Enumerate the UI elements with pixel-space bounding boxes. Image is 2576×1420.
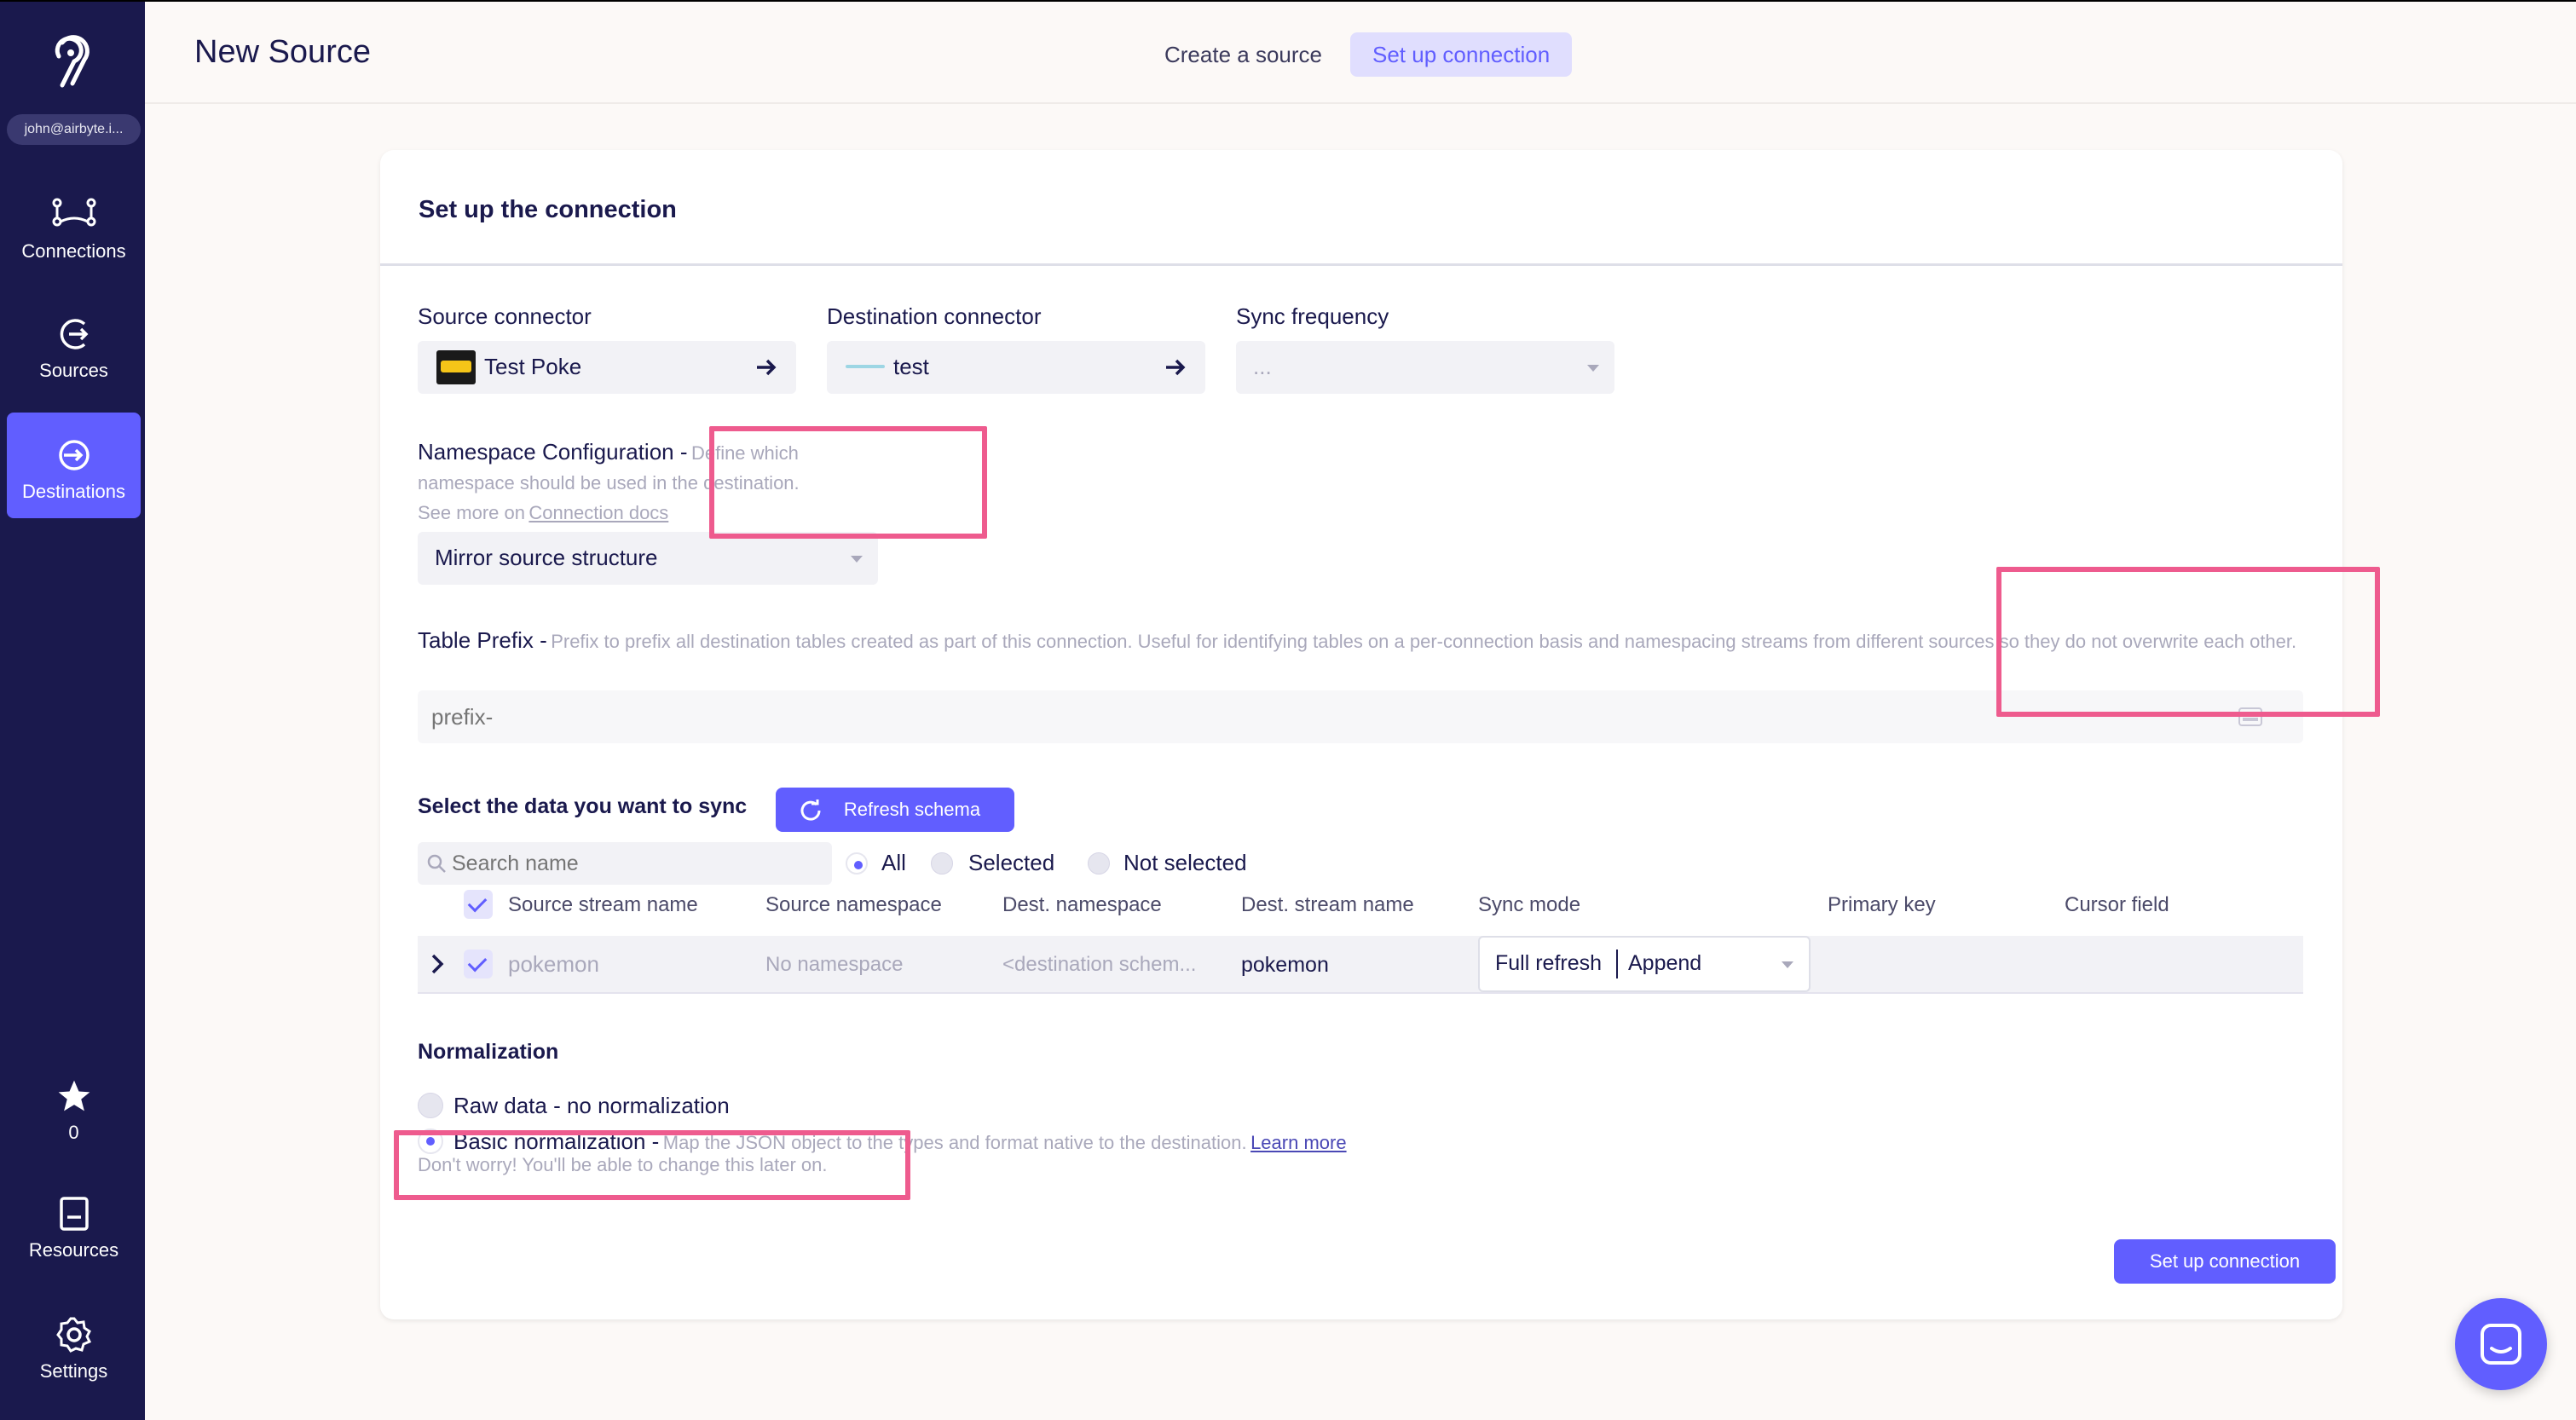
col-dest-namespace: Dest. namespace [1002, 893, 1162, 916]
sync-mode-left: Full refresh [1495, 951, 1603, 975]
updates-count: 0 [68, 1122, 79, 1143]
namespace-see-more: See more on [418, 502, 525, 523]
keyboard-icon [2238, 707, 2262, 726]
sidebar-item-resources[interactable]: Resources [7, 1185, 141, 1279]
refresh-icon [800, 799, 821, 821]
sources-icon [60, 319, 88, 349]
namespace-value: Mirror source structure [435, 545, 658, 570]
destination-logo-icon [846, 365, 885, 368]
source-connector-field[interactable]: Test Poke [418, 341, 796, 394]
source-connector-value: Test Poke [484, 354, 582, 379]
star-icon [58, 1080, 90, 1111]
row-checkbox[interactable] [464, 950, 493, 978]
destination-connector-field[interactable]: test [827, 341, 1205, 394]
col-source-namespace: Source namespace [765, 893, 942, 916]
page-title: New Source [194, 34, 371, 70]
norm-raw-label: Raw data - no normalization [453, 1093, 730, 1118]
namespace-select[interactable]: Mirror source structure [418, 532, 878, 585]
table-row[interactable]: pokemon No namespace <destination schem.… [418, 936, 2303, 994]
table-prefix-input[interactable] [418, 690, 2303, 743]
select-all-checkbox[interactable] [464, 890, 493, 919]
sync-mode-right: Append [1628, 951, 1702, 975]
chat-bubble[interactable] [2455, 1298, 2547, 1390]
destinations-icon [58, 440, 90, 470]
filter-not-selected-radio[interactable] [1088, 852, 1110, 875]
col-cursor-field: Cursor field [2065, 893, 2169, 916]
namespace-label: Namespace Configuration - [418, 439, 688, 465]
norm-basic-hint: Map the JSON object to the types and for… [662, 1132, 1247, 1153]
norm-note: Don't worry! You'll be able to change th… [418, 1154, 828, 1175]
table-prefix-hint: Prefix to prefix all destination tables … [551, 631, 2297, 652]
destination-connector-value: test [893, 354, 929, 379]
source-namespace: No namespace [765, 953, 904, 976]
user-badge[interactable]: john@airbyte.i... [7, 114, 141, 145]
sync-frequency-label: Sync frequency [1236, 303, 1389, 329]
sync-frequency-select[interactable]: ... [1236, 341, 1614, 394]
gear-icon [55, 1317, 91, 1353]
sidebar: john@airbyte.i... Connections Sources De… [0, 0, 145, 1420]
norm-basic-row: Basic normalization - Map the JSON objec… [453, 1128, 1347, 1155]
table-prefix: Table Prefix - Prefix to prefix all dest… [418, 626, 2312, 659]
sidebar-item-updates[interactable]: 0 [7, 1067, 141, 1161]
chevron-down-icon [1782, 961, 1793, 968]
page-header: New Source Create a source Set up connec… [145, 0, 2576, 104]
col-primary-key: Primary key [1828, 893, 1936, 916]
dest-stream-name[interactable]: pokemon [1241, 953, 1329, 978]
book-icon [59, 1197, 89, 1231]
select-data-label: Select the data you want to sync [418, 794, 748, 818]
search-icon [427, 854, 446, 873]
source-connector-label: Source connector [418, 303, 592, 329]
search-input[interactable] [452, 847, 818, 880]
search-field[interactable] [418, 842, 832, 885]
refresh-schema-label: Refresh schema [843, 799, 981, 820]
norm-basic-label: Basic normalization - [453, 1128, 660, 1154]
filter-selected-radio[interactable] [931, 852, 953, 875]
set-up-connection-button[interactable]: Set up connection [2114, 1239, 2336, 1284]
col-dest-stream-name: Dest. stream name [1241, 893, 1414, 916]
sidebar-item-settings[interactable]: Settings [7, 1306, 141, 1400]
airbyte-logo-icon[interactable] [45, 34, 100, 90]
sidebar-item-connections[interactable]: Connections [7, 172, 141, 278]
filter-not-selected-label: Not selected [1123, 850, 1247, 875]
sync-frequency-value: ... [1253, 354, 1272, 379]
stream-name: pokemon [508, 951, 599, 977]
sidebar-item-label: Settings [39, 1360, 108, 1382]
sidebar-item-label: Sources [39, 360, 108, 381]
connection-docs-link[interactable]: Connection docs [528, 502, 668, 523]
chevron-right-icon[interactable] [430, 953, 445, 975]
sidebar-item-label: Destinations [21, 481, 126, 502]
step-create-source[interactable]: Create a source [1142, 32, 1344, 77]
card-title: Set up the connection [380, 150, 2342, 266]
table-prefix-label: Table Prefix - [418, 627, 547, 653]
norm-raw-radio[interactable] [418, 1093, 443, 1118]
sync-mode-select[interactable]: Full refresh Append [1478, 936, 1811, 992]
arrow-right-icon[interactable] [1164, 357, 1187, 378]
pokemon-logo-icon [436, 350, 476, 384]
filter-selected-label: Selected [968, 850, 1055, 875]
destination-connector-label: Destination connector [827, 303, 1042, 329]
chevron-down-icon [1587, 365, 1599, 372]
connections-icon [52, 198, 95, 227]
sidebar-item-sources[interactable]: Sources [7, 292, 141, 397]
filter-all-label: All [881, 850, 906, 875]
filter-all-radio[interactable] [846, 852, 868, 875]
sync-mode-divider [1616, 950, 1618, 978]
arrow-right-icon[interactable] [755, 357, 777, 378]
sidebar-item-label: Connections [21, 240, 126, 262]
learn-more-link[interactable]: Learn more [1250, 1132, 1347, 1153]
sidebar-item-label: Resources [28, 1239, 119, 1261]
sidebar-item-destinations[interactable]: Destinations [7, 413, 141, 518]
chevron-down-icon [851, 556, 863, 563]
chat-icon [2481, 1324, 2521, 1365]
connection-card: Set up the connection Source connector T… [380, 150, 2342, 1319]
step-set-up-connection[interactable]: Set up connection [1350, 32, 1573, 77]
namespace-config: Namespace Configuration - Define which n… [418, 438, 861, 529]
norm-basic-radio[interactable] [418, 1128, 443, 1154]
col-sync-mode: Sync mode [1478, 893, 1581, 916]
dest-namespace[interactable]: <destination schem... [1002, 953, 1196, 977]
col-source-stream-name[interactable]: Source stream name [508, 893, 698, 917]
normalization-title: Normalization [418, 1040, 559, 1064]
refresh-schema-button[interactable]: Refresh schema [776, 788, 1014, 832]
